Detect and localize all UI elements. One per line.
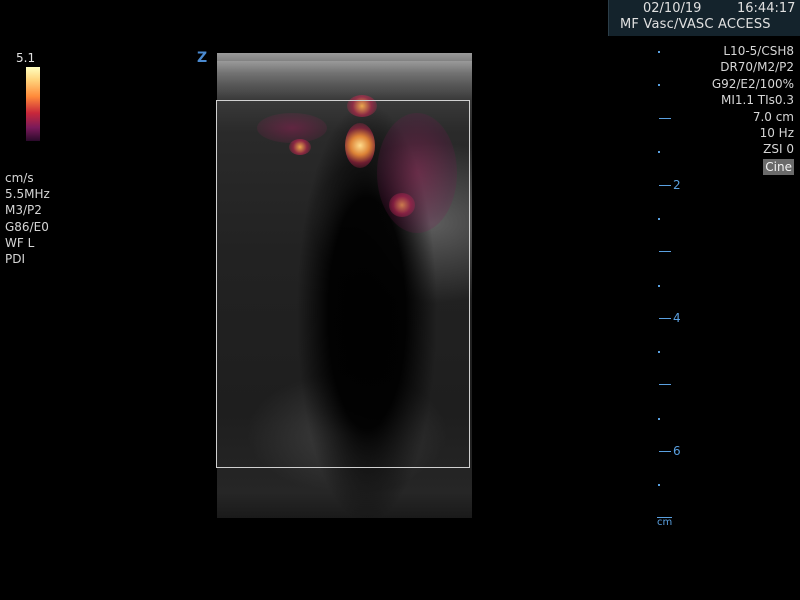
wall-filter-value: WF L xyxy=(5,235,35,250)
color-gain-value: G86/E0 xyxy=(5,219,49,234)
gain-value: G92/E2/100% xyxy=(711,76,794,91)
depth-tick xyxy=(658,418,660,420)
map-value: M3/P2 xyxy=(5,203,42,218)
depth-tick xyxy=(658,218,660,220)
depth-tick xyxy=(658,351,660,353)
depth-tick xyxy=(659,251,671,252)
left-parameter-panel: cm/s 5.5MHz M3/P2 G86/E0 WF L PDI xyxy=(5,170,50,267)
color-scale-bar xyxy=(26,67,40,141)
depth-tick xyxy=(658,84,660,86)
index-value: MI1.1 TIs0.3 xyxy=(721,93,794,108)
frequency-value: 5.5MHz xyxy=(5,187,50,202)
zoom-value: ZSI 0 xyxy=(763,142,794,157)
depth-tick xyxy=(658,51,660,53)
depth-tick xyxy=(658,484,660,486)
exam-time: 16:44:17 xyxy=(737,1,796,16)
frame-rate-value: 10 Hz xyxy=(759,126,794,141)
depth-ruler: 2 4 6 xyxy=(657,47,687,527)
depth-tick xyxy=(659,384,671,385)
exam-date: 02/10/19 xyxy=(643,1,702,16)
probe-value: L10-5/CSH8 xyxy=(723,44,794,58)
right-parameter-panel: L10-5/CSH8 DR70/M2/P2 G92/E2/100% MI1.1 … xyxy=(711,43,794,176)
exam-preset: MF Vasc/VASC ACCESS xyxy=(620,17,771,32)
depth-label-2: 2 xyxy=(673,178,681,192)
doppler-mode-value: PDI xyxy=(5,252,26,267)
dynamic-range-value: DR70/M2/P2 xyxy=(720,60,794,75)
depth-value: 7.0 cm xyxy=(752,109,794,124)
depth-tick xyxy=(659,451,671,452)
depth-tick xyxy=(659,185,671,186)
color-roi-box[interactable] xyxy=(216,100,470,468)
cine-button[interactable]: Cine xyxy=(763,158,794,176)
velocity-unit: cm/s xyxy=(5,171,34,185)
depth-unit-label: cm xyxy=(657,517,673,528)
depth-tick xyxy=(659,118,671,119)
color-scale-max: 5.1 xyxy=(16,51,36,65)
depth-tick xyxy=(658,285,660,287)
depth-tick xyxy=(659,318,671,319)
orientation-marker-icon: Z xyxy=(197,50,208,66)
skin-layer xyxy=(217,61,472,101)
depth-label-6: 6 xyxy=(673,444,681,458)
depth-tick xyxy=(658,151,660,153)
depth-label-4: 4 xyxy=(673,311,681,325)
